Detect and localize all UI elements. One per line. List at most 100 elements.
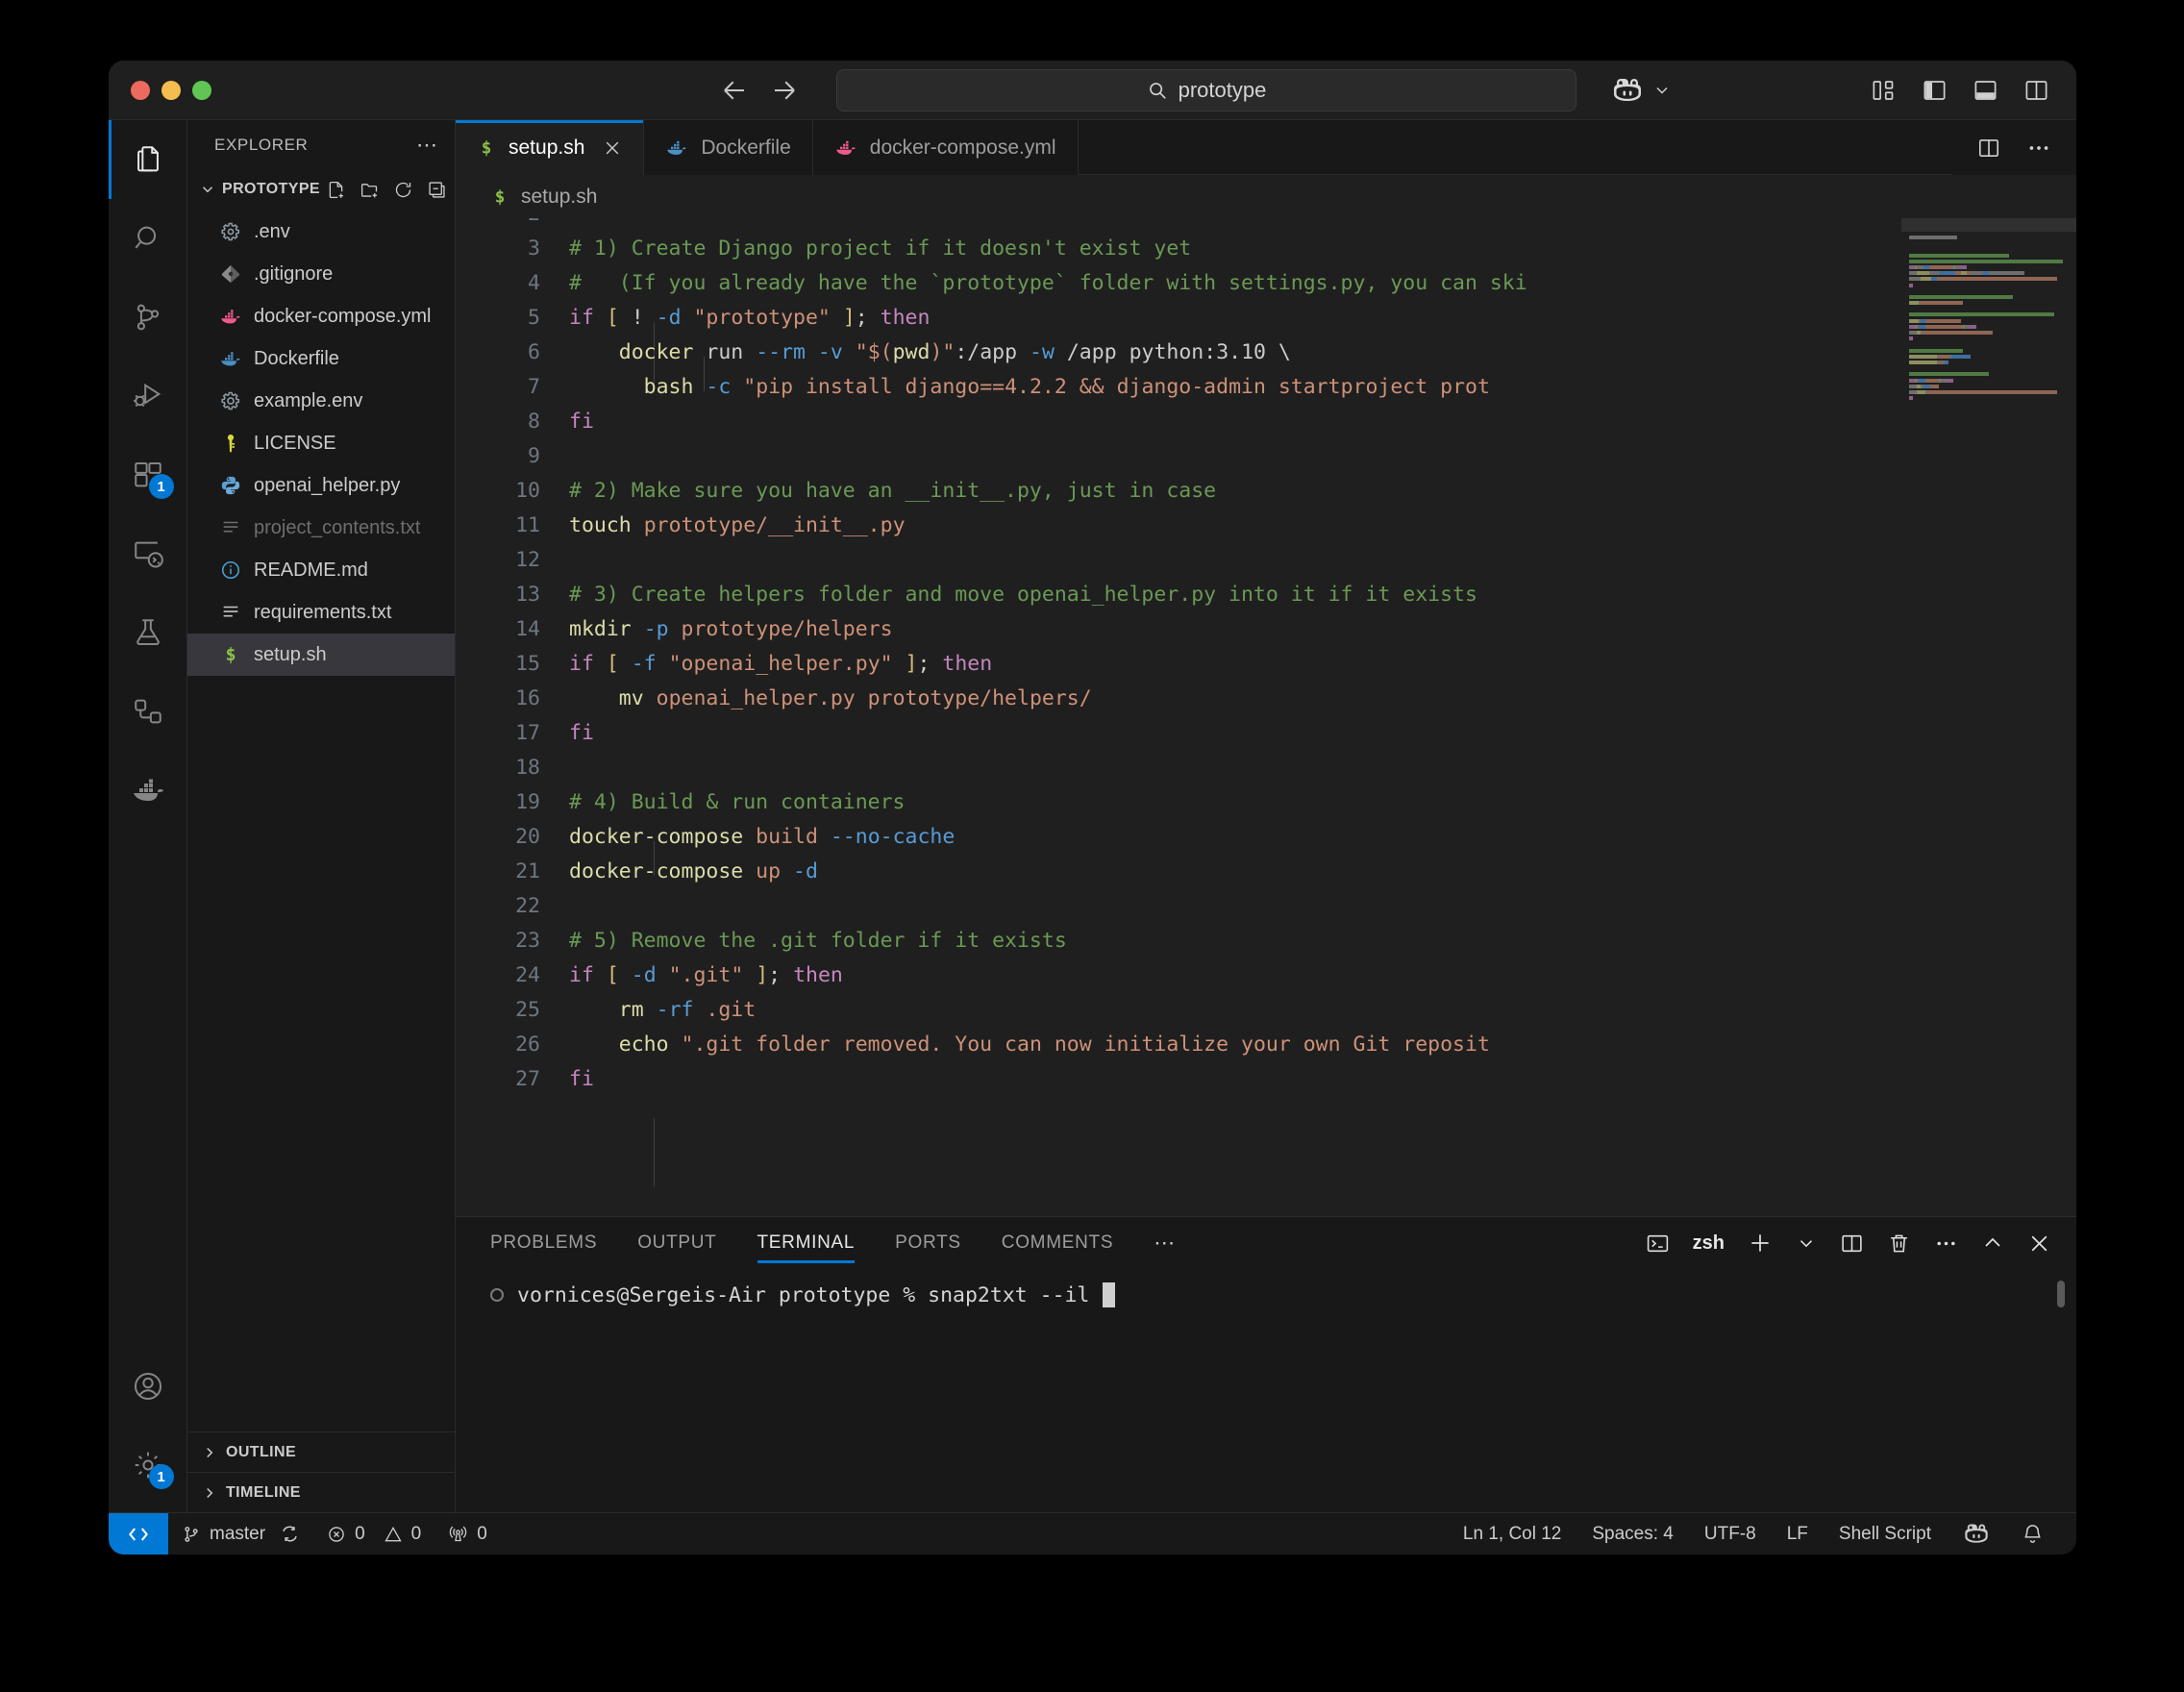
- status-ports[interactable]: 0: [434, 1513, 501, 1555]
- activitybar-item-extensions[interactable]: 1: [109, 435, 187, 514]
- info-icon: [219, 559, 242, 582]
- activitybar-item-search[interactable]: [109, 199, 187, 278]
- file-tree-item[interactable]: .env: [187, 211, 455, 253]
- maximize-panel-icon[interactable]: [1981, 1232, 2004, 1255]
- status-language-mode[interactable]: Shell Script: [1824, 1513, 1947, 1555]
- panel-tab-comments[interactable]: COMMENTS: [1002, 1217, 1113, 1269]
- ports-count: 0: [477, 1523, 487, 1544]
- chevron-down-icon[interactable]: [1796, 1232, 1817, 1254]
- window-body: 1 1 EXPLORER ⋯ PROTOTYPE .env .gitignore…: [109, 120, 2076, 1512]
- editor-actions: [1951, 120, 2076, 175]
- file-tree-item[interactable]: .gitignore: [187, 253, 455, 295]
- status-remote-window-button[interactable]: [109, 1512, 168, 1555]
- new-terminal-icon[interactable]: [1748, 1231, 1773, 1256]
- tab-label: docker-compose.yml: [869, 136, 1056, 159]
- copilot-menu[interactable]: [1610, 76, 1672, 105]
- file-name: Dockerfile: [254, 347, 339, 369]
- warning-icon: [384, 1525, 403, 1544]
- kill-terminal-icon[interactable]: [1887, 1232, 1911, 1256]
- breadcrumb[interactable]: $ setup.sh: [456, 175, 2076, 218]
- source-code: 2 3# 1) Create Django project if it does…: [515, 218, 1527, 1091]
- panel-tab-terminal[interactable]: TERMINAL: [757, 1217, 856, 1269]
- explorer-section-prototype[interactable]: PROTOTYPE: [187, 170, 455, 209]
- activitybar-item-accounts[interactable]: [109, 1347, 187, 1426]
- file-tree-item-setup-sh[interactable]: $ setup.sh: [187, 634, 455, 676]
- close-tab-icon[interactable]: [603, 138, 622, 158]
- status-problems[interactable]: 0 0: [313, 1513, 434, 1555]
- file-tree-item[interactable]: Dockerfile: [187, 337, 455, 380]
- file-tree-item[interactable]: requirements.txt: [187, 591, 455, 634]
- activitybar-item-dependency-graph[interactable]: [109, 672, 187, 751]
- status-branch[interactable]: master: [168, 1513, 313, 1555]
- code-editor[interactable]: 2 3# 1) Create Django project if it does…: [456, 218, 2076, 1216]
- vscode-window: prototype 1 1 EXPLORER ⋯ PROTOTYPE .env …: [109, 61, 2076, 1555]
- terminal-view[interactable]: vornices@Sergeis-Air prototype % snap2tx…: [456, 1269, 2076, 1512]
- minimap-slider[interactable]: [1901, 218, 2076, 232]
- new-folder-icon[interactable]: [360, 180, 380, 200]
- panel-tab-ports[interactable]: PORTS: [895, 1217, 961, 1269]
- toggle-panel-icon[interactable]: [1973, 77, 1998, 103]
- activitybar-item-docker[interactable]: [109, 751, 187, 830]
- forward-arrow-icon[interactable]: [770, 76, 799, 105]
- back-arrow-icon[interactable]: [720, 76, 749, 105]
- ports-broadcast-icon: [448, 1524, 468, 1544]
- manage-badge: 1: [148, 1464, 174, 1489]
- minimap[interactable]: [1901, 218, 2076, 1216]
- panel-more-tabs-icon[interactable]: ⋯: [1154, 1232, 1177, 1254]
- close-window-button[interactable]: [131, 80, 150, 100]
- svg-text:$: $: [495, 187, 506, 207]
- status-notifications[interactable]: [2006, 1513, 2059, 1555]
- code-text-area[interactable]: 2 3# 1) Create Django project if it does…: [456, 218, 1901, 1216]
- close-panel-icon[interactable]: [2027, 1232, 2051, 1256]
- sync-icon[interactable]: [280, 1524, 300, 1544]
- collapse-all-icon[interactable]: [427, 180, 447, 200]
- sidebar-section-outline[interactable]: OUTLINE: [187, 1431, 455, 1472]
- panel-tab-output[interactable]: OUTPUT: [637, 1217, 716, 1269]
- status-cursor-position[interactable]: Ln 1, Col 12: [1448, 1513, 1576, 1555]
- status-encoding[interactable]: UTF-8: [1689, 1513, 1772, 1555]
- docker-pink-icon: [219, 305, 242, 328]
- toggle-primary-sidebar-icon[interactable]: [1922, 77, 1948, 103]
- minimize-window-button[interactable]: [161, 80, 181, 100]
- error-icon: [327, 1525, 346, 1544]
- activitybar-item-manage[interactable]: 1: [109, 1426, 187, 1505]
- activitybar-item-testing[interactable]: [109, 593, 187, 672]
- editor-tab-dockerfile[interactable]: Dockerfile: [644, 120, 813, 175]
- file-tree-item[interactable]: example.env: [187, 380, 455, 422]
- file-tree-item[interactable]: README.md: [187, 549, 455, 591]
- file-tree-item[interactable]: docker-compose.yml: [187, 295, 455, 337]
- file-tree-item[interactable]: openai_helper.py: [187, 464, 455, 507]
- terminal-scrollbar[interactable]: [2057, 1281, 2065, 1307]
- customize-layout-icon[interactable]: [1871, 77, 1897, 103]
- editor-tab-docker-compose-yml[interactable]: docker-compose.yml: [812, 120, 1079, 175]
- status-eol[interactable]: LF: [1772, 1513, 1824, 1555]
- sidebar-more-actions-icon[interactable]: ⋯: [416, 135, 439, 156]
- text-file-icon: [219, 601, 242, 624]
- file-name: requirements.txt: [254, 601, 392, 623]
- editor-tab-setup-sh[interactable]: $ setup.sh: [456, 120, 645, 175]
- maximize-window-button[interactable]: [192, 80, 211, 100]
- command-center-search[interactable]: prototype: [836, 68, 1576, 112]
- status-copilot[interactable]: [1947, 1513, 2006, 1555]
- tab-label: setup.sh: [509, 136, 585, 159]
- activitybar-item-remote-explorer[interactable]: [109, 514, 187, 593]
- activitybar-item-explorer[interactable]: [109, 120, 187, 199]
- new-file-icon[interactable]: [326, 180, 346, 200]
- split-editor-right-icon[interactable]: [1976, 136, 2001, 161]
- toggle-secondary-sidebar-icon[interactable]: [2023, 77, 2049, 103]
- window-controls: [109, 80, 211, 100]
- editor-more-actions-icon[interactable]: [2026, 136, 2051, 161]
- activitybar-item-source-control[interactable]: [109, 278, 187, 357]
- panel-tab-problems[interactable]: PROBLEMS: [490, 1217, 597, 1269]
- file-tree-item[interactable]: project_contents.txt: [187, 507, 455, 549]
- status-indentation[interactable]: Spaces: 4: [1576, 1513, 1689, 1555]
- refresh-icon[interactable]: [393, 180, 413, 200]
- navigation-controls: [720, 76, 799, 105]
- sidebar-section-timeline[interactable]: TIMELINE: [187, 1472, 455, 1512]
- panel-more-actions-icon[interactable]: [1934, 1232, 1958, 1256]
- file-tree-item[interactable]: LICENSE: [187, 422, 455, 464]
- activitybar-item-run-and-debug[interactable]: [109, 357, 187, 435]
- beaker-icon: [132, 616, 164, 649]
- split-terminal-icon[interactable]: [1840, 1232, 1864, 1256]
- warning-count: 0: [410, 1523, 422, 1544]
